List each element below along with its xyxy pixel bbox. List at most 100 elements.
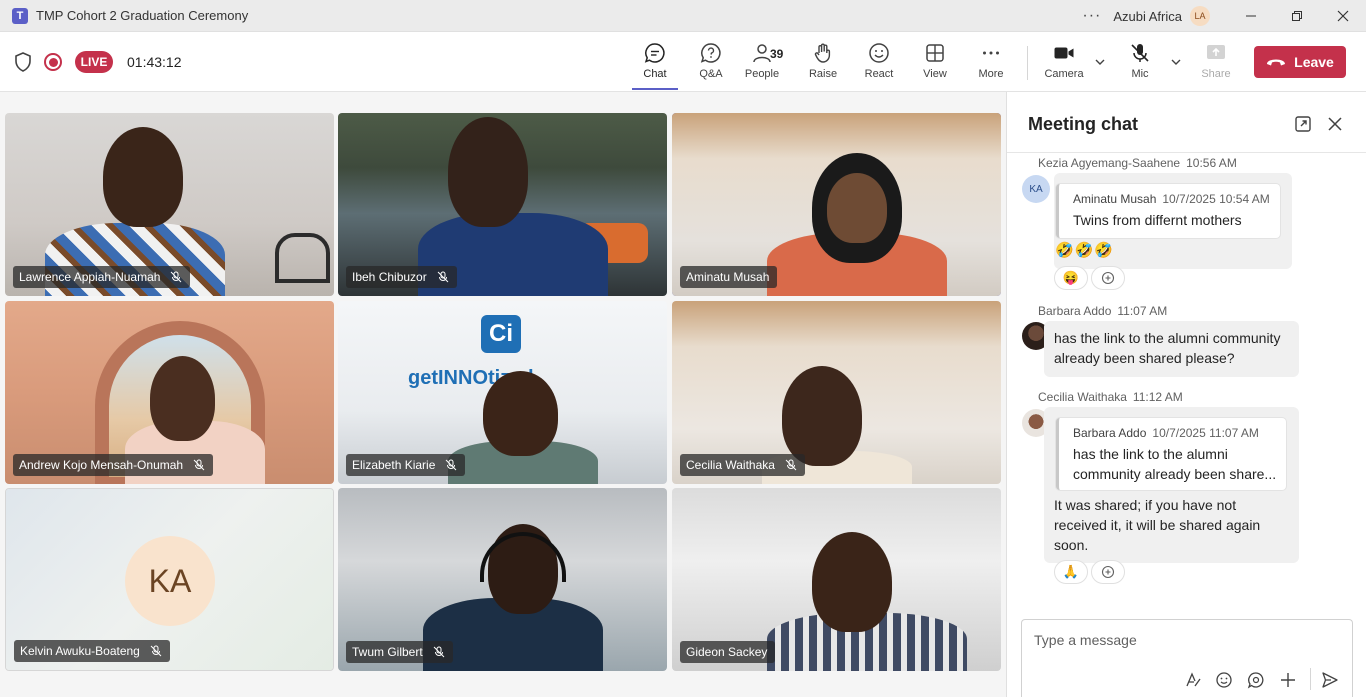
participant-name-chip: Lawrence Appiah-Nuamah bbox=[13, 266, 191, 288]
teams-logo-icon: T bbox=[12, 7, 28, 24]
reaction-pill[interactable]: 😝 bbox=[1054, 266, 1088, 290]
participant-tile[interactable]: Gideon Sackey bbox=[672, 488, 1001, 671]
message-author: Barbara Addo bbox=[1038, 304, 1112, 318]
hang-up-icon bbox=[1267, 59, 1286, 66]
message-text: received it, it will be shared again bbox=[1054, 517, 1261, 533]
minimize-button[interactable] bbox=[1228, 0, 1274, 32]
participant-tile[interactable]: Twum Gilbert bbox=[338, 488, 667, 671]
people-label: People bbox=[744, 68, 780, 80]
message-emojis: 🤣🤣🤣 bbox=[1055, 242, 1115, 259]
leave-button[interactable]: Leave bbox=[1254, 46, 1346, 78]
mic-muted-icon bbox=[1131, 44, 1149, 62]
chair-shape bbox=[275, 233, 330, 283]
react-button[interactable]: React bbox=[855, 42, 903, 86]
participant-tile[interactable]: Andrew Kojo Mensah-Onumah bbox=[5, 301, 334, 484]
participant-tile[interactable]: Ibeh Chibuzor bbox=[338, 113, 667, 296]
add-icon[interactable] bbox=[1279, 671, 1297, 689]
message-text: has the link to the alumni community bbox=[1054, 330, 1281, 346]
participant-name: Gideon Sackey bbox=[686, 645, 768, 659]
participant-name: Twum Gilbert bbox=[352, 645, 423, 659]
participant-tile[interactable]: Cecilia Waithaka bbox=[672, 301, 1001, 484]
message-meta: Kezia Agyemang-Saahene 10:56 AM bbox=[1038, 156, 1237, 170]
quote-text: has the link to the alumni bbox=[1073, 446, 1228, 462]
share-screen-icon bbox=[1207, 45, 1225, 59]
participant-name-chip: Kelvin Awuku-Boateng bbox=[14, 640, 170, 662]
quote-time: 10/7/2025 10:54 AM bbox=[1162, 192, 1270, 206]
more-icon bbox=[983, 51, 999, 55]
message-author: Kezia Agyemang-Saahene bbox=[1038, 156, 1181, 170]
close-window-button[interactable] bbox=[1320, 0, 1366, 32]
org-name[interactable]: Azubi Africa bbox=[1113, 9, 1182, 24]
close-chat-icon[interactable] bbox=[1326, 115, 1344, 133]
participant-avatar: KA bbox=[125, 536, 215, 626]
message-meta: Barbara Addo 11:07 AM bbox=[1038, 304, 1167, 318]
message-author: Cecilia Waithaka bbox=[1038, 390, 1127, 404]
format-icon[interactable] bbox=[1184, 671, 1202, 689]
send-icon[interactable] bbox=[1321, 671, 1339, 689]
participant-face bbox=[150, 356, 215, 441]
view-button[interactable]: View bbox=[911, 42, 959, 86]
leave-label: Leave bbox=[1294, 54, 1334, 70]
qa-label: Q&A bbox=[699, 68, 723, 80]
message-text: It was shared; if you have not bbox=[1054, 497, 1237, 513]
loop-component-icon[interactable] bbox=[1247, 671, 1265, 689]
mic-off-icon bbox=[193, 459, 205, 471]
people-count: 39 bbox=[770, 47, 784, 61]
pop-out-icon[interactable] bbox=[1294, 115, 1312, 133]
emoji-icon[interactable] bbox=[1215, 671, 1233, 689]
mic-off-icon bbox=[437, 271, 449, 283]
participant-name: Andrew Kojo Mensah-Onumah bbox=[19, 458, 184, 472]
participant-face bbox=[827, 173, 887, 243]
live-badge[interactable]: LIVE bbox=[75, 51, 113, 73]
composer-divider bbox=[1310, 668, 1311, 690]
account-avatar[interactable]: LA bbox=[1190, 6, 1210, 26]
mic-off-icon bbox=[785, 459, 797, 471]
participant-tile[interactable]: Lawrence Appiah-Nuamah bbox=[5, 113, 334, 296]
message-composer bbox=[1021, 619, 1353, 697]
raise-label: Raise bbox=[808, 68, 838, 80]
window-title: TMP Cohort 2 Graduation Ceremony bbox=[36, 8, 249, 23]
more-label: More bbox=[978, 68, 1004, 80]
video-grid: Lawrence Appiah-Nuamah Ibeh Chibuzor Ami… bbox=[0, 92, 1005, 697]
quote-author: Barbara Addo bbox=[1073, 426, 1147, 440]
chat-button[interactable]: Chat bbox=[631, 42, 679, 86]
camera-label: Camera bbox=[1044, 68, 1084, 80]
reaction-pill[interactable]: 🙏 bbox=[1054, 560, 1088, 584]
restore-button[interactable] bbox=[1274, 0, 1320, 32]
qa-button[interactable]: Q&A bbox=[687, 42, 735, 86]
camera-button[interactable]: Camera bbox=[1040, 42, 1088, 86]
add-reaction-button[interactable] bbox=[1091, 266, 1125, 290]
participant-name: Ibeh Chibuzor bbox=[352, 270, 427, 284]
participant-name: Cecilia Waithaka bbox=[686, 458, 775, 472]
more-options-icon[interactable]: ··· bbox=[1082, 7, 1101, 25]
more-button[interactable]: More bbox=[967, 42, 1015, 86]
restore-icon bbox=[1292, 11, 1302, 21]
shield-icon[interactable] bbox=[14, 52, 32, 72]
share-button[interactable]: Share bbox=[1192, 42, 1240, 86]
mic-options-chevron-icon[interactable] bbox=[1170, 56, 1182, 68]
quoted-reply[interactable]: Aminatu Musah 10/7/2025 10:54 AM Twins fr… bbox=[1056, 184, 1280, 238]
recording-icon[interactable] bbox=[44, 53, 62, 71]
message-time: 10:56 AM bbox=[1186, 156, 1237, 170]
camera-icon bbox=[1054, 47, 1074, 59]
quoted-reply[interactable]: Barbara Addo 10/7/2025 11:07 AM has the l… bbox=[1056, 418, 1286, 490]
raise-hand-button[interactable]: Raise bbox=[799, 42, 847, 86]
participant-name-chip: Andrew Kojo Mensah-Onumah bbox=[13, 454, 214, 476]
mic-off-icon bbox=[433, 646, 445, 658]
chat-title: Meeting chat bbox=[1028, 114, 1139, 134]
participant-tile-active-speaker[interactable]: Aminatu Musah bbox=[672, 113, 1001, 296]
mic-button[interactable]: Mic bbox=[1116, 42, 1164, 86]
message-input[interactable] bbox=[1034, 630, 1334, 650]
camera-options-chevron-icon[interactable] bbox=[1094, 56, 1106, 68]
participant-name: Kelvin Awuku-Boateng bbox=[20, 644, 140, 658]
chat-icon bbox=[644, 43, 665, 63]
participant-tile[interactable]: Ci getINNOtized Elizabeth Kiarie bbox=[338, 301, 667, 484]
add-reaction-icon bbox=[1101, 271, 1115, 285]
avatar[interactable]: KA bbox=[1022, 175, 1050, 203]
close-icon bbox=[1337, 10, 1349, 22]
mic-off-icon bbox=[446, 459, 457, 471]
participant-tile[interactable]: KA Kelvin Awuku-Boateng bbox=[5, 488, 334, 671]
participant-face bbox=[782, 366, 862, 466]
add-reaction-button[interactable] bbox=[1091, 560, 1125, 584]
participant-face bbox=[483, 371, 558, 456]
